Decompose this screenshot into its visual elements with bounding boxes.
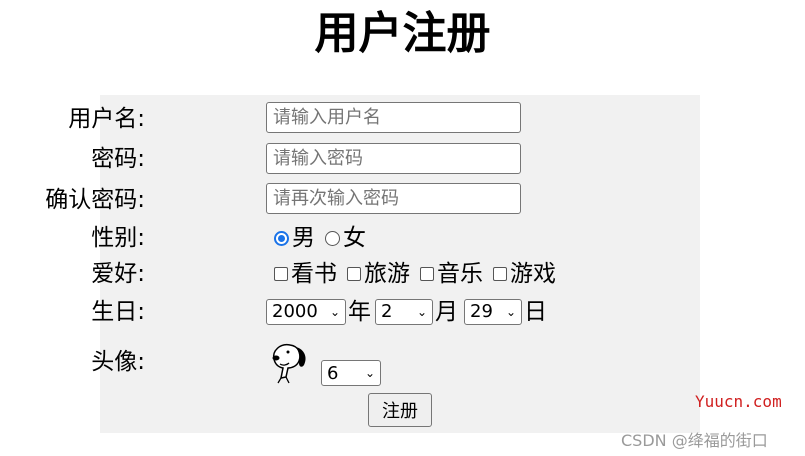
day-select[interactable]: 29 ⌄ bbox=[464, 299, 522, 325]
snoopy-avatar-icon bbox=[272, 343, 306, 384]
hobby-options: 看书 旅游 音乐 游戏 bbox=[270, 259, 562, 289]
registration-form: 用户名: 密码: 确认密码: 性别: 男 女 爱好: 看书 旅游 音乐 游戏 生… bbox=[45, 95, 700, 433]
gender-option-male[interactable]: 男 bbox=[270, 223, 315, 253]
radio-unchecked-icon[interactable] bbox=[325, 230, 340, 246]
checkbox-icon[interactable] bbox=[493, 267, 507, 281]
chevron-down-icon: ⌄ bbox=[364, 366, 375, 380]
hobbies-label: 爱好: bbox=[91, 261, 145, 287]
username-label: 用户名: bbox=[68, 106, 145, 132]
site-watermark: Yuucn.com bbox=[695, 392, 782, 411]
birthday-label: 生日: bbox=[91, 299, 145, 325]
author-watermark: CSDN @绛福的街口 bbox=[621, 431, 768, 450]
checkbox-icon[interactable] bbox=[347, 267, 361, 281]
register-button[interactable]: 注册 bbox=[368, 393, 432, 427]
hobby-games[interactable]: 游戏 bbox=[489, 259, 556, 289]
chevron-down-icon: ⌄ bbox=[416, 305, 427, 319]
confirm-password-label: 确认密码: bbox=[45, 187, 145, 213]
checkbox-icon[interactable] bbox=[274, 267, 288, 281]
day-unit: 日 bbox=[524, 299, 547, 325]
year-unit: 年 bbox=[348, 299, 371, 325]
radio-checked-icon[interactable] bbox=[274, 230, 289, 246]
checkbox-icon[interactable] bbox=[420, 267, 434, 281]
password-label: 密码: bbox=[91, 146, 145, 172]
page-title: 用户注册 bbox=[314, 8, 491, 59]
month-select[interactable]: 2 ⌄ bbox=[375, 299, 433, 325]
avatar-label: 头像: bbox=[91, 349, 145, 375]
birthday-selects: 2000 ⌄ 年 2 ⌄ 月 29 ⌄ 日 bbox=[266, 297, 547, 327]
password-input[interactable] bbox=[266, 143, 521, 174]
chevron-down-icon: ⌄ bbox=[505, 305, 516, 319]
gender-label: 性别: bbox=[91, 225, 145, 251]
hobby-music[interactable]: 音乐 bbox=[416, 259, 483, 289]
avatar-select[interactable]: 6 ⌄ bbox=[321, 360, 381, 386]
hobby-travel[interactable]: 旅游 bbox=[343, 259, 410, 289]
month-unit: 月 bbox=[435, 299, 458, 325]
gender-options: 男 女 bbox=[270, 223, 372, 253]
gender-option-female[interactable]: 女 bbox=[321, 223, 366, 253]
username-input[interactable] bbox=[266, 102, 521, 133]
confirm-password-input[interactable] bbox=[266, 183, 521, 214]
year-select[interactable]: 2000 ⌄ bbox=[266, 299, 346, 325]
chevron-down-icon: ⌄ bbox=[329, 305, 340, 319]
hobby-reading[interactable]: 看书 bbox=[270, 259, 337, 289]
